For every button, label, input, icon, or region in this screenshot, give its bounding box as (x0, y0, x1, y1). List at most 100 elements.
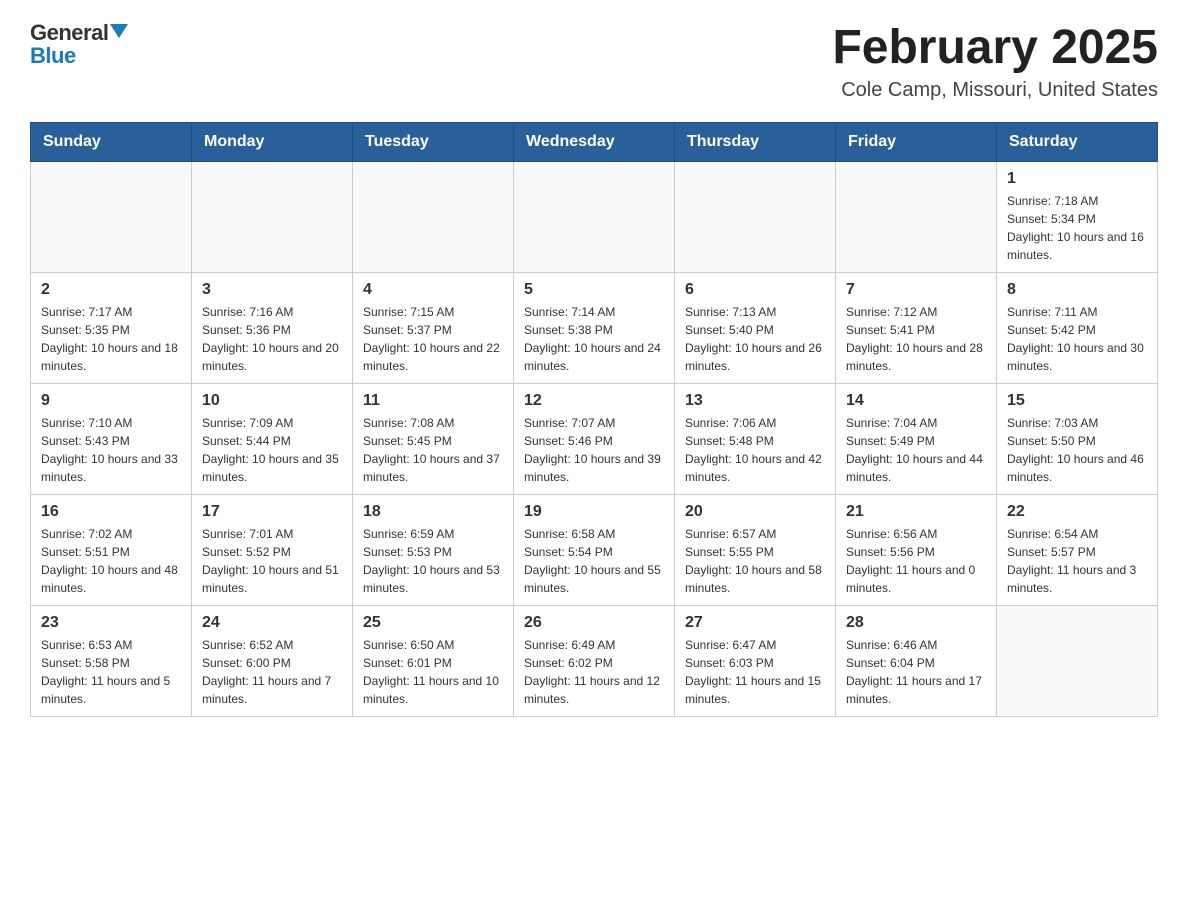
logo-blue-text: Blue (30, 43, 76, 69)
day-info: Sunrise: 7:14 AMSunset: 5:38 PMDaylight:… (524, 303, 664, 375)
day-info: Sunrise: 6:54 AMSunset: 5:57 PMDaylight:… (1007, 525, 1147, 597)
day-info: Sunrise: 7:07 AMSunset: 5:46 PMDaylight:… (524, 414, 664, 486)
calendar-cell: 11Sunrise: 7:08 AMSunset: 5:45 PMDayligh… (353, 384, 514, 495)
calendar-cell: 12 Sunrise: 7:07 AMSunset: 5:46 PMDayligh… (514, 384, 675, 495)
day-info: Sunrise: 6:49 AMSunset: 6:02 PMDaylight:… (524, 636, 664, 708)
calendar-cell: 24 Sunrise: 6:52 AMSunset: 6:00 PMDayligh… (192, 606, 353, 717)
day-info: Sunrise: 7:03 AMSunset: 5:50 PMDaylight:… (1007, 414, 1147, 486)
day-info: Sunrise: 6:58 AMSunset: 5:54 PMDaylight:… (524, 525, 664, 597)
calendar-cell: 13 Sunrise: 7:06 AMSunset: 5:48 PMDayligh… (675, 384, 836, 495)
calendar-cell: 26 Sunrise: 6:49 AMSunset: 6:02 PMDayligh… (514, 606, 675, 717)
day-number: 17 (202, 503, 342, 521)
day-info: Sunrise: 7:13 AMSunset: 5:40 PMDaylight:… (685, 303, 825, 375)
day-info: Sunrise: 6:59 AMSunset: 5:53 PMDaylight:… (363, 525, 503, 597)
calendar-cell (353, 162, 514, 273)
day-number: 5 (524, 281, 664, 299)
calendar-cell: 16Sunrise: 7:02 AMSunset: 5:51 PMDayligh… (31, 495, 192, 606)
calendar-week-row-1: 1 Sunrise: 7:18 AMSunset: 5:34 PMDaylight… (31, 162, 1158, 273)
calendar-cell: 2 Sunrise: 7:17 AMSunset: 5:35 PMDaylight… (31, 273, 192, 384)
day-number: 16 (41, 503, 181, 521)
day-number: 13 (685, 392, 825, 410)
day-number: 25 (363, 614, 503, 632)
day-info: Sunrise: 6:46 AMSunset: 6:04 PMDaylight:… (846, 636, 986, 708)
day-number: 12 (524, 392, 664, 410)
title-block: February 2025 Cole Camp, Missouri, Unite… (832, 20, 1158, 102)
day-info: Sunrise: 7:10 AMSunset: 5:43 PMDaylight:… (41, 414, 181, 486)
day-info: Sunrise: 7:09 AMSunset: 5:44 PMDaylight:… (202, 414, 342, 486)
day-number: 24 (202, 614, 342, 632)
day-info: Sunrise: 6:56 AMSunset: 5:56 PMDaylight:… (846, 525, 986, 597)
calendar-cell: 6 Sunrise: 7:13 AMSunset: 5:40 PMDaylight… (675, 273, 836, 384)
day-number: 4 (363, 281, 503, 299)
day-info: Sunrise: 7:06 AMSunset: 5:48 PMDaylight:… (685, 414, 825, 486)
day-number: 8 (1007, 281, 1147, 299)
day-info: Sunrise: 7:12 AMSunset: 5:41 PMDaylight:… (846, 303, 986, 375)
calendar-cell (997, 606, 1158, 717)
day-number: 21 (846, 503, 986, 521)
header-sunday: Sunday (31, 123, 192, 162)
calendar-cell: 10Sunrise: 7:09 AMSunset: 5:44 PMDayligh… (192, 384, 353, 495)
day-number: 27 (685, 614, 825, 632)
header-tuesday: Tuesday (353, 123, 514, 162)
calendar-cell: 17 Sunrise: 7:01 AMSunset: 5:52 PMDayligh… (192, 495, 353, 606)
day-number: 6 (685, 281, 825, 299)
calendar-cell (192, 162, 353, 273)
day-info: Sunrise: 6:57 AMSunset: 5:55 PMDaylight:… (685, 525, 825, 597)
location-title: Cole Camp, Missouri, United States (832, 79, 1158, 102)
header-saturday: Saturday (997, 123, 1158, 162)
header-friday: Friday (836, 123, 997, 162)
calendar-table: Sunday Monday Tuesday Wednesday Thursday… (30, 122, 1158, 717)
calendar-cell: 4 Sunrise: 7:15 AMSunset: 5:37 PMDaylight… (353, 273, 514, 384)
calendar-cell: 15Sunrise: 7:03 AMSunset: 5:50 PMDayligh… (997, 384, 1158, 495)
calendar-cell: 20 Sunrise: 6:57 AMSunset: 5:55 PMDayligh… (675, 495, 836, 606)
calendar-week-row-5: 23 Sunrise: 6:53 AMSunset: 5:58 PMDayligh… (31, 606, 1158, 717)
day-number: 23 (41, 614, 181, 632)
logo-general-text: General (30, 20, 108, 45)
calendar-cell: 19 Sunrise: 6:58 AMSunset: 5:54 PMDayligh… (514, 495, 675, 606)
calendar-cell: 5 Sunrise: 7:14 AMSunset: 5:38 PMDaylight… (514, 273, 675, 384)
calendar-week-row-4: 16Sunrise: 7:02 AMSunset: 5:51 PMDayligh… (31, 495, 1158, 606)
day-info: Sunrise: 6:47 AMSunset: 6:03 PMDaylight:… (685, 636, 825, 708)
day-info: Sunrise: 7:08 AMSunset: 5:45 PMDaylight:… (363, 414, 503, 486)
calendar-week-row-2: 2 Sunrise: 7:17 AMSunset: 5:35 PMDaylight… (31, 273, 1158, 384)
calendar-week-row-3: 9 Sunrise: 7:10 AMSunset: 5:43 PMDaylight… (31, 384, 1158, 495)
day-number: 28 (846, 614, 986, 632)
day-info: Sunrise: 7:18 AMSunset: 5:34 PMDaylight:… (1007, 192, 1147, 264)
calendar-cell: 9 Sunrise: 7:10 AMSunset: 5:43 PMDaylight… (31, 384, 192, 495)
calendar-cell: 21 Sunrise: 6:56 AMSunset: 5:56 PMDayligh… (836, 495, 997, 606)
month-title: February 2025 (832, 20, 1158, 75)
header-monday: Monday (192, 123, 353, 162)
day-number: 1 (1007, 170, 1147, 188)
day-info: Sunrise: 7:11 AMSunset: 5:42 PMDaylight:… (1007, 303, 1147, 375)
calendar-cell: 3Sunrise: 7:16 AMSunset: 5:36 PMDaylight… (192, 273, 353, 384)
day-info: Sunrise: 6:53 AMSunset: 5:58 PMDaylight:… (41, 636, 181, 708)
day-info: Sunrise: 7:15 AMSunset: 5:37 PMDaylight:… (363, 303, 503, 375)
calendar-cell: 23 Sunrise: 6:53 AMSunset: 5:58 PMDayligh… (31, 606, 192, 717)
day-number: 2 (41, 281, 181, 299)
calendar-cell: 28 Sunrise: 6:46 AMSunset: 6:04 PMDayligh… (836, 606, 997, 717)
day-number: 26 (524, 614, 664, 632)
day-number: 7 (846, 281, 986, 299)
calendar-cell: 8 Sunrise: 7:11 AMSunset: 5:42 PMDaylight… (997, 273, 1158, 384)
day-info: Sunrise: 6:52 AMSunset: 6:00 PMDaylight:… (202, 636, 342, 708)
day-info: Sunrise: 7:04 AMSunset: 5:49 PMDaylight:… (846, 414, 986, 486)
day-number: 14 (846, 392, 986, 410)
calendar-cell (675, 162, 836, 273)
header-thursday: Thursday (675, 123, 836, 162)
header-wednesday: Wednesday (514, 123, 675, 162)
day-number: 20 (685, 503, 825, 521)
day-number: 19 (524, 503, 664, 521)
page-header: General Blue February 2025 Cole Camp, Mi… (30, 20, 1158, 102)
logo: General Blue (30, 20, 128, 69)
calendar-cell: 14 Sunrise: 7:04 AMSunset: 5:49 PMDayligh… (836, 384, 997, 495)
calendar-cell: 18Sunrise: 6:59 AMSunset: 5:53 PMDayligh… (353, 495, 514, 606)
calendar-cell: 25 Sunrise: 6:50 AMSunset: 6:01 PMDayligh… (353, 606, 514, 717)
calendar-cell (514, 162, 675, 273)
day-info: Sunrise: 7:17 AMSunset: 5:35 PMDaylight:… (41, 303, 181, 375)
day-number: 9 (41, 392, 181, 410)
day-info: Sunrise: 7:01 AMSunset: 5:52 PMDaylight:… (202, 525, 342, 597)
calendar-cell: 1 Sunrise: 7:18 AMSunset: 5:34 PMDaylight… (997, 162, 1158, 273)
day-info: Sunrise: 6:50 AMSunset: 6:01 PMDaylight:… (363, 636, 503, 708)
day-number: 22 (1007, 503, 1147, 521)
calendar-cell (836, 162, 997, 273)
